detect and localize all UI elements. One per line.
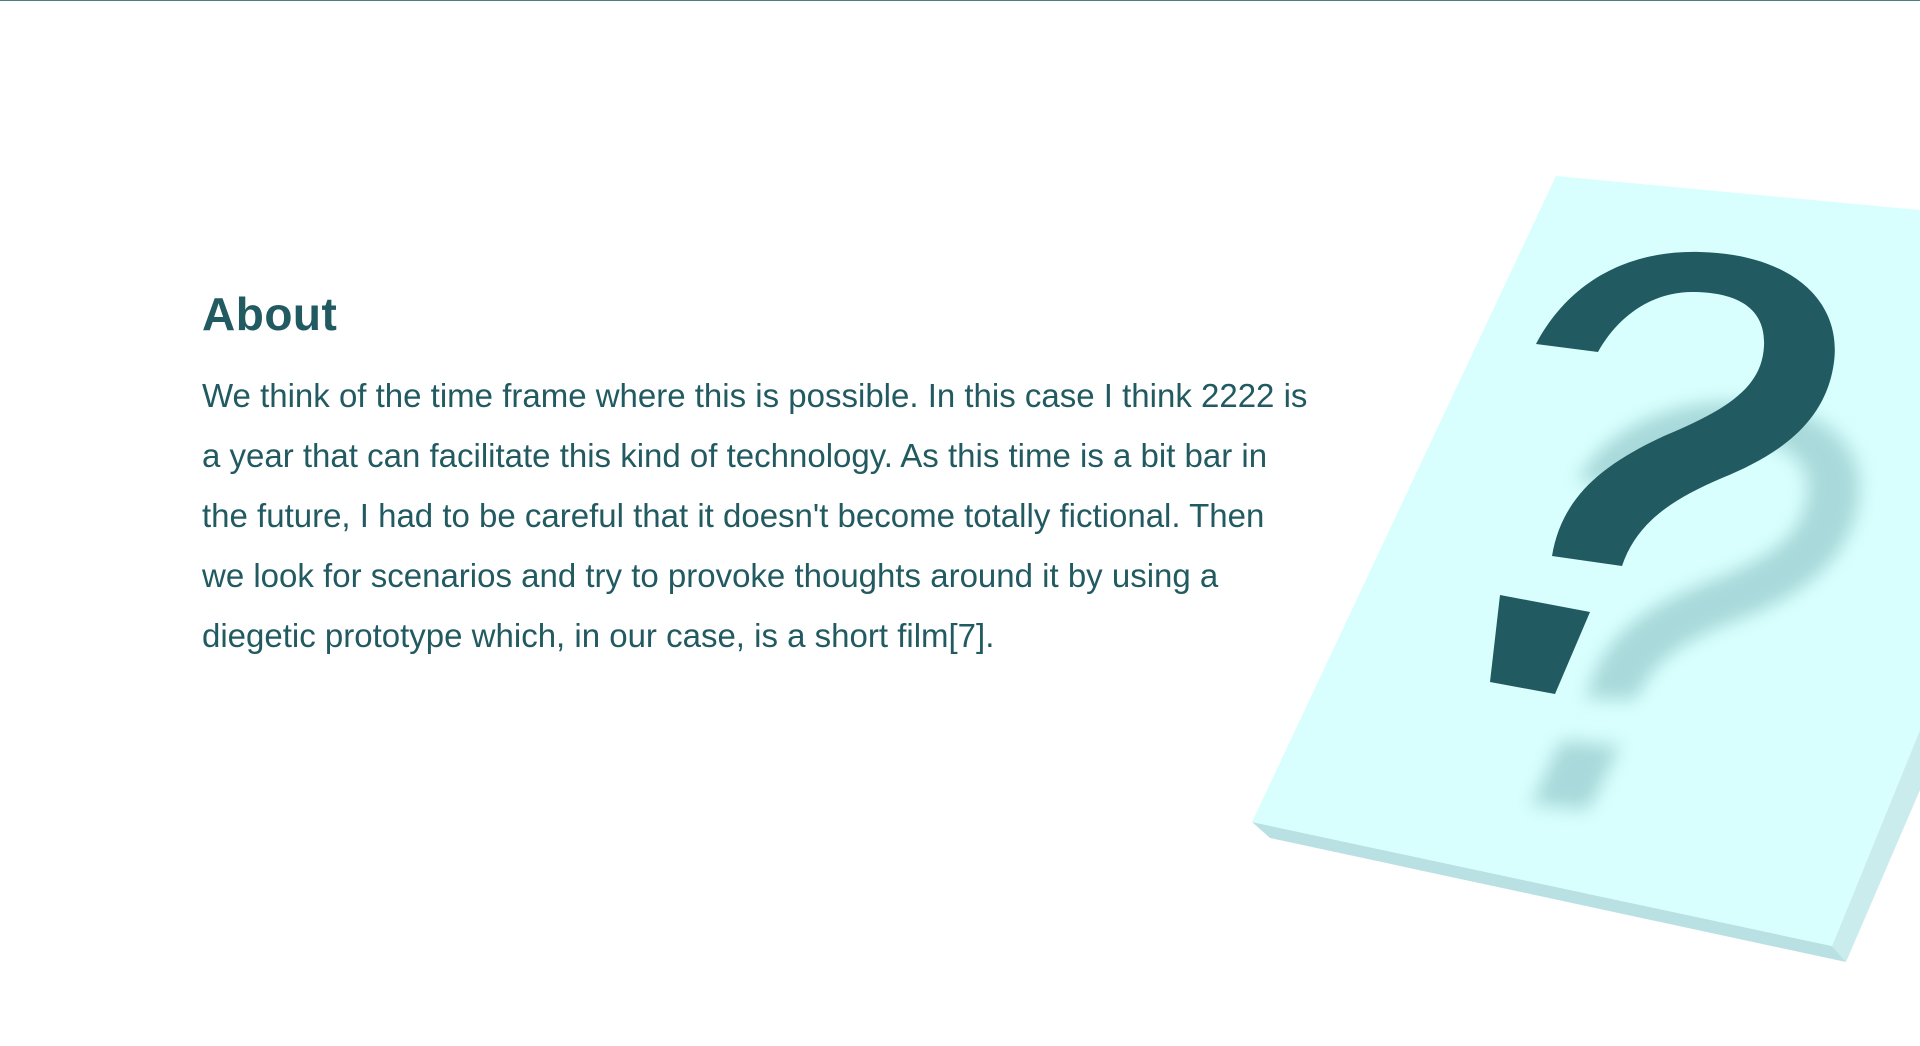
about-paragraph: We think of the time frame where this is… <box>202 377 1308 654</box>
about-section: About We think of the time frame where t… <box>202 286 1312 666</box>
top-divider <box>0 0 1920 1</box>
about-heading: About <box>202 288 338 340</box>
question-mark-card-icon <box>1252 176 1920 962</box>
